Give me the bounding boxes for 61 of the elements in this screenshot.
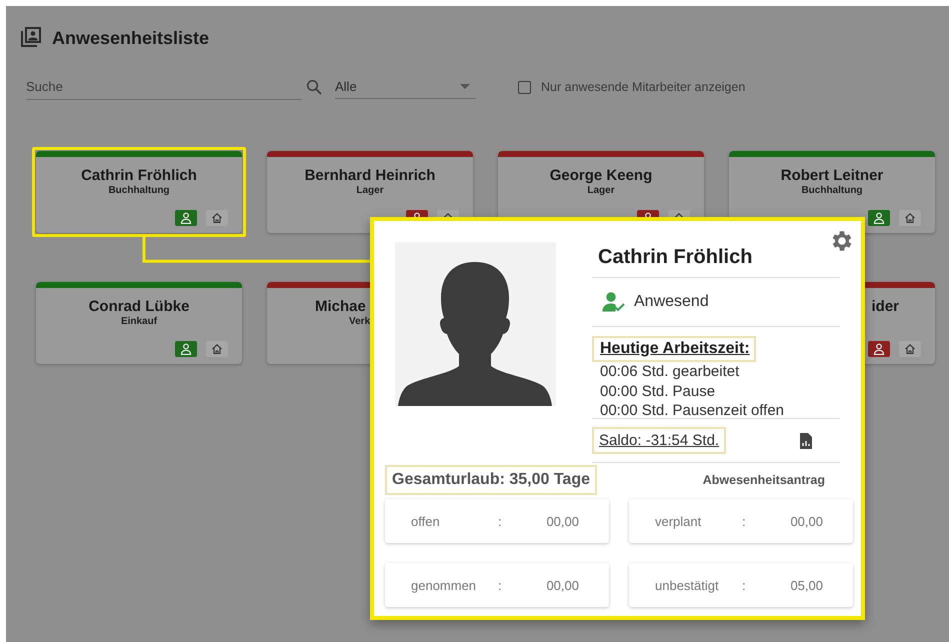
person-icon (180, 212, 192, 224)
worktime-line: 00:06 Std. gearbeitet (599, 362, 740, 382)
department-label: Einkauf (120, 316, 158, 328)
page-title: Anwesenheitsliste (52, 28, 210, 48)
employee-card[interactable]: Bernhard Heinrich Lager (267, 151, 473, 233)
department-dropdown[interactable]: Alle (335, 75, 476, 99)
contacts-icon (18, 26, 42, 50)
employee-card[interactable]: Conrad Lübke Einkauf (36, 282, 242, 364)
home-button[interactable] (899, 210, 921, 226)
checkbox-label: Nur anwesende Mitarbeiter anzeigen (541, 80, 746, 94)
separator: : (498, 514, 503, 528)
section-heading: Heutige Arbeitszeit: (592, 336, 756, 362)
search-icon (306, 79, 322, 95)
tile-label: verplant (655, 514, 702, 528)
status-button[interactable] (868, 210, 890, 226)
department-label: Lager (587, 185, 615, 197)
status-text: Anwesend (634, 293, 709, 311)
person-icon (873, 343, 885, 355)
status-button[interactable] (868, 341, 890, 357)
tile-value: 05,00 (790, 578, 823, 592)
search-field[interactable]: Suche (26, 74, 302, 100)
separator: : (498, 578, 503, 592)
employee-name: Cathrin Fröhlich (592, 242, 840, 278)
tile-value: 00,00 (546, 578, 579, 592)
tile-value: 00,00 (790, 514, 823, 528)
home-icon (211, 212, 223, 224)
department-label: Buchhaltung (801, 185, 863, 197)
department-label: Verk (348, 316, 370, 328)
status-button[interactable] (175, 341, 197, 357)
employee-name: ider (871, 298, 900, 316)
employee-name: Cathrin Fröhlich (81, 167, 197, 185)
employee-name: George Keeng (550, 167, 652, 185)
home-icon (904, 212, 916, 224)
employee-name: Conrad Lübke (88, 298, 190, 316)
tile-value: 00,00 (546, 514, 579, 528)
report-icon[interactable] (800, 432, 812, 448)
balance-link[interactable]: Saldo: -31:54 Std. (592, 427, 726, 454)
employee-name: Bernhard Heinrich (304, 167, 436, 185)
caret-icon (460, 84, 470, 90)
separator: : (742, 578, 747, 592)
home-button[interactable] (206, 210, 228, 226)
status-button[interactable] (175, 210, 197, 226)
employee-name: Robert Leitner (780, 167, 884, 185)
home-button[interactable] (899, 341, 921, 357)
tile-label: offen (411, 514, 441, 528)
employee-name: Michae (314, 298, 366, 316)
department-label: Buchhaltung (108, 185, 170, 197)
department-label: Lager (356, 185, 384, 197)
home-button[interactable] (206, 341, 228, 357)
person-icon (873, 212, 885, 224)
absence-request-link[interactable]: Abwesenheitsantrag (702, 472, 825, 486)
separator: : (742, 514, 747, 528)
home-icon (211, 343, 223, 355)
person-icon (180, 343, 192, 355)
home-icon (904, 343, 916, 355)
tile-label: unbestätigt (655, 578, 720, 592)
vacation-total: Gesamturlaub: 35,00 Tage (385, 464, 597, 494)
tile-label: genommen (411, 578, 478, 592)
worktime-line: 00:00 Std. Pausenzeit offen (599, 401, 786, 420)
checkbox[interactable] (518, 80, 531, 94)
worktime-line: 00:00 Std. Pause (599, 382, 716, 401)
